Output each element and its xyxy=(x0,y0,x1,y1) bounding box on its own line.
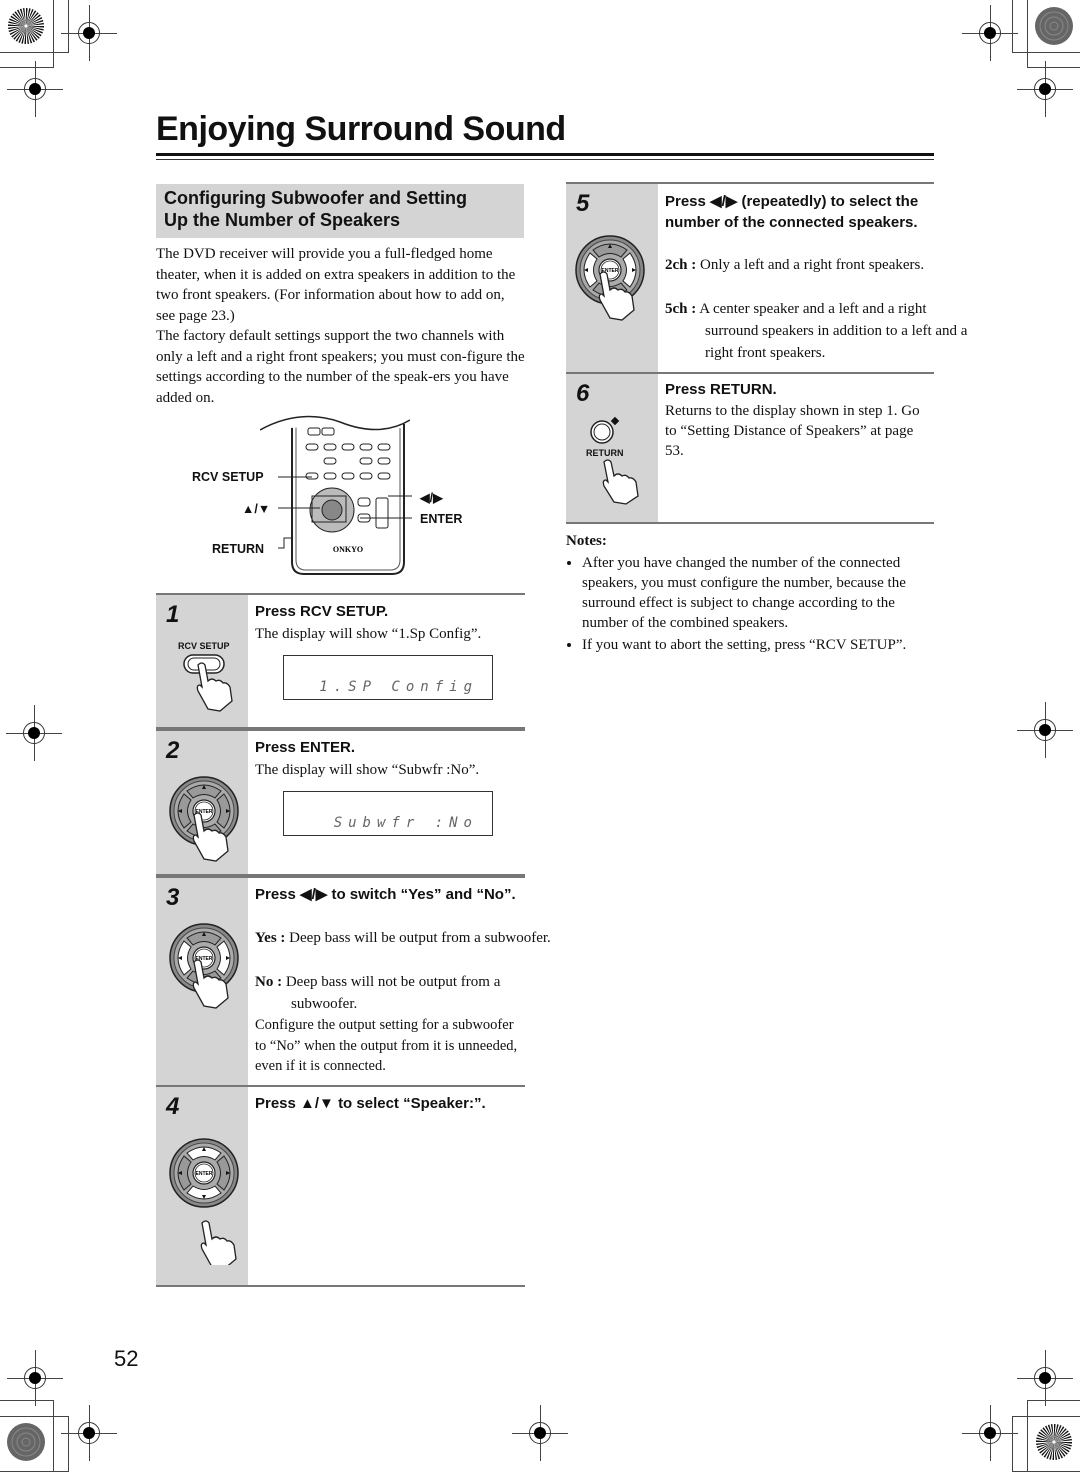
starburst-mark-icon xyxy=(8,8,44,44)
option-key: 2ch : xyxy=(665,257,697,273)
concentric-mark-icon xyxy=(1035,7,1073,45)
step-heading: Press RCV SETUP. xyxy=(255,603,389,620)
note-item: After you have changed the number of the… xyxy=(582,553,938,633)
option-text: A center speaker and a left and a right … xyxy=(699,301,968,361)
option-key: No : xyxy=(255,974,283,990)
step-number: 6 xyxy=(576,380,590,407)
step-6: 6 RETURN Press RETURN. Returns to the di… xyxy=(566,372,934,524)
step-body: The display will show “Subwfr :No”. xyxy=(255,762,480,778)
concentric-mark-icon xyxy=(7,1423,45,1461)
option-yes: Yes : Deep bass will be output from a su… xyxy=(255,927,559,949)
option-text: Deep bass will be output from a subwoofe… xyxy=(289,930,551,946)
svg-text:ENTER: ENTER xyxy=(196,1171,213,1177)
option-text: Only a left and a right front speakers. xyxy=(700,257,925,273)
step-body: Configure the output setting for a subwo… xyxy=(255,1017,518,1074)
notes-heading: Notes: xyxy=(566,533,607,549)
option-key: 5ch : xyxy=(665,301,697,317)
step-number: 4 xyxy=(166,1093,180,1120)
lcd-text: Subwfr :No xyxy=(333,815,478,831)
label-left-right: ◀/▶ xyxy=(420,491,443,505)
notes: Notes: After you have changed the number… xyxy=(566,531,938,655)
step-heading: Press RETURN. xyxy=(665,381,777,398)
press-left-right-icon: ENTER xyxy=(575,235,645,321)
step-heading: Press ◀/▶ to switch “Yes” and “No”. xyxy=(255,886,516,903)
title-rule xyxy=(156,153,934,156)
option-5ch: 5ch : A center speaker and a left and a … xyxy=(665,298,973,364)
step-3: 3 ENTER Press ◀/▶ to switch “Yes” and “N… xyxy=(156,876,551,1087)
step-4: 4 ENTER Press ▲/▼ to select “Speaker:”. xyxy=(156,1085,525,1287)
step-number: 3 xyxy=(166,884,180,911)
step-body: The display will show “1.Sp Config”. xyxy=(255,626,482,642)
section-heading-line1: Configuring Subwoofer and Setting xyxy=(164,188,467,208)
label-rcv-setup: RCV SETUP xyxy=(192,470,264,484)
lcd-display: 1.SP Config xyxy=(283,655,493,700)
press-left-right-icon: ENTER xyxy=(169,923,239,1009)
press-rcv-setup-icon xyxy=(183,654,233,712)
press-enter-icon: ENTER xyxy=(169,776,239,862)
lcd-display: Subwfr :No xyxy=(283,791,493,836)
option-2ch: 2ch : Only a left and a right front spea… xyxy=(665,254,973,276)
note-item: If you want to abort the setting, press … xyxy=(582,635,938,655)
page-title: Enjoying Surround Sound xyxy=(156,110,566,148)
step-number: 1 xyxy=(166,601,180,628)
option-no: No : Deep bass will not be output from a… xyxy=(255,971,559,1015)
section-heading-line2: Up the Number of Speakers xyxy=(164,210,401,230)
step-number: 5 xyxy=(576,190,590,217)
lcd-text: 1.SP Config xyxy=(319,679,478,695)
press-return-icon xyxy=(590,416,639,505)
return-button-label: RETURN xyxy=(586,448,624,458)
step-heading: Press ◀/▶ (repeatedly) to select the num… xyxy=(665,193,919,231)
press-up-down-icon: ENTER xyxy=(169,1138,239,1265)
step-2: 2 ENTER Press ENTER. The display will sh… xyxy=(156,729,525,876)
intro-paragraph-2: The factory default settings support the… xyxy=(156,328,525,406)
starburst-mark-icon xyxy=(1036,1424,1072,1460)
callout-lines xyxy=(278,476,412,549)
step-body: Returns to the display shown in step 1. … xyxy=(665,403,920,459)
section-heading: Configuring Subwoofer and Setting Up the… xyxy=(156,184,524,238)
label-up-down: ▲/▼ xyxy=(242,502,271,516)
rcv-setup-button-label: RCV SETUP xyxy=(178,641,230,651)
page-number: 52 xyxy=(114,1346,139,1371)
step-1: 1 RCV SETUP Press RCV SETUP. The display… xyxy=(156,593,525,729)
label-enter: ENTER xyxy=(420,512,463,526)
label-return: RETURN xyxy=(212,542,265,556)
step-heading: Press ▲/▼ to select “Speaker:”. xyxy=(255,1095,486,1112)
title-rule-thin xyxy=(156,159,934,160)
option-text: Deep bass will not be output from a subw… xyxy=(285,974,501,1012)
step-number: 2 xyxy=(166,737,180,764)
step-5: 5 ENTER Press ◀/▶ (repeatedly) to select… xyxy=(566,182,967,376)
option-key: Yes : xyxy=(255,930,286,946)
intro-paragraph-1: The DVD receiver will provide you a full… xyxy=(156,246,516,324)
step-heading: Press ENTER. xyxy=(255,739,356,756)
